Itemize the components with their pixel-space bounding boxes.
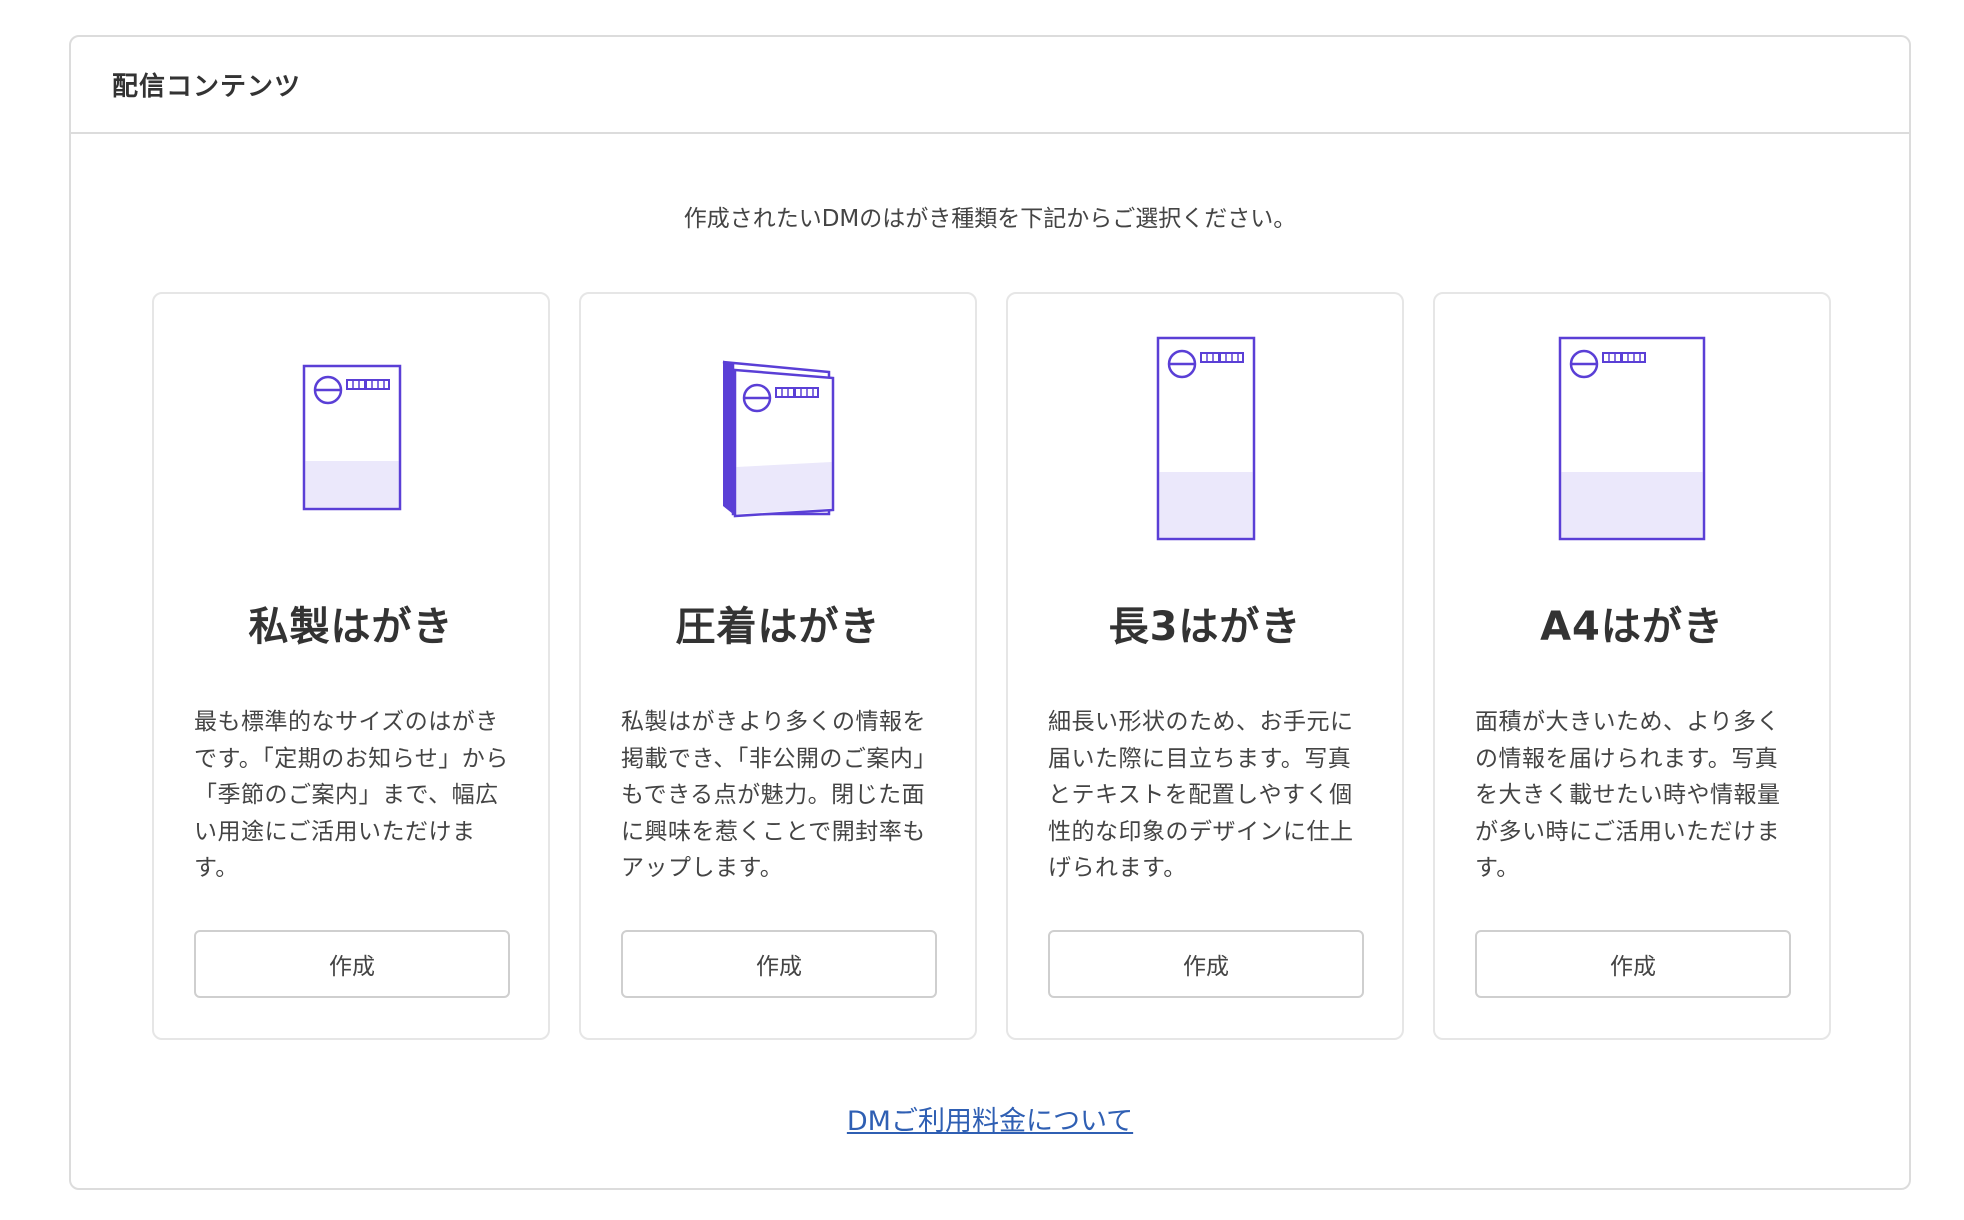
card-a4-postcard: A4はがき 面積が大きいため、より多くの情報を届けられます。写真を大きく載せたい…: [1433, 292, 1831, 1040]
panel-header: 配信コンテンツ: [71, 37, 1909, 134]
card-long3-postcard: 長3はがき 細長い形状のため、お手元に届いた際に目立ちます。写真とテキストを配置…: [1006, 292, 1404, 1040]
postcard-type-list: 私製はがき 最も標準的なサイズのはがきです。「定期のお知らせ」から「季節のご案内…: [152, 292, 1832, 1040]
create-long3-postcard-button[interactable]: 作成: [1048, 930, 1364, 998]
create-a4-postcard-button[interactable]: 作成: [1475, 930, 1791, 998]
card-description: 面積が大きいため、より多くの情報を届けられます。写真を大きく載せたい時や情報量が…: [1475, 709, 1781, 881]
card-sealed-postcard: 圧着はがき 私製はがきより多くの情報を掲載でき、「非公開のご案内」もできる点が魅…: [579, 292, 977, 1040]
postcard-icon: [154, 322, 548, 532]
card-title: A4はがき: [1540, 604, 1724, 650]
card-title: 長3はがき: [1108, 604, 1302, 650]
card-title: 圧着はがき: [675, 604, 881, 650]
card-description: 細長い形状のため、お手元に届いた際に目立ちます。写真とテキストを配置しやすく個性…: [1048, 709, 1354, 881]
a4-postcard-icon: [1435, 322, 1829, 541]
card-title: 私製はがき: [248, 604, 454, 650]
long3-postcard-icon: [1008, 322, 1402, 541]
card-description: 私製はがきより多くの情報を掲載でき、「非公開のご案内」もできる点が魅力。閉じた面…: [621, 709, 937, 881]
sealed-postcard-icon: [581, 322, 975, 532]
panel-title: 配信コンテンツ: [112, 72, 302, 102]
instruction-text: 作成されたいDMのはがき種類を下記からご選択ください。: [683, 206, 1297, 232]
create-sealed-postcard-button[interactable]: 作成: [621, 930, 937, 998]
card-private-postcard: 私製はがき 最も標準的なサイズのはがきです。「定期のお知らせ」から「季節のご案内…: [152, 292, 550, 1040]
card-description: 最も標準的なサイズのはがきです。「定期のお知らせ」から「季節のご案内」まで、幅広…: [194, 709, 509, 881]
create-private-postcard-button[interactable]: 作成: [194, 930, 510, 998]
delivery-content-panel: 配信コンテンツ 作成されたいDMのはがき種類を下記からご選択ください。 私製はが…: [69, 35, 1911, 1190]
pricing-link-container: DMご利用料金について: [71, 1099, 1909, 1138]
dm-pricing-link[interactable]: DMご利用料金について: [847, 1106, 1133, 1137]
